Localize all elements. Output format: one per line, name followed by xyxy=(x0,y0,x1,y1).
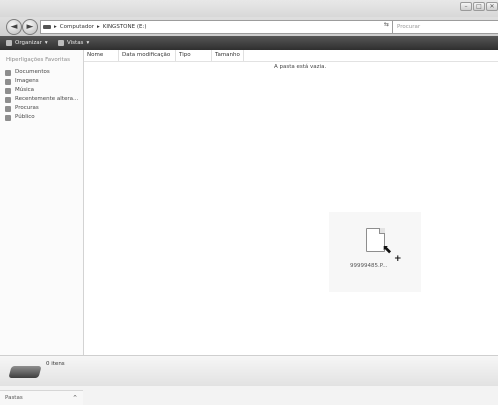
file-list[interactable]: Nome Data modificação Tipo Tamanho A pas… xyxy=(84,50,498,355)
column-headers: Nome Data modificação Tipo Tamanho xyxy=(84,50,498,62)
usb-drive-icon xyxy=(8,366,42,378)
music-icon xyxy=(5,87,11,94)
sidebar-item-label: Público xyxy=(15,114,35,120)
refresh-icon[interactable]: ⇆ xyxy=(384,21,389,28)
breadcrumb-separator: ▸ xyxy=(54,24,57,30)
dragged-file-label: 99999485.P... xyxy=(350,263,388,269)
recent-icon xyxy=(5,96,11,103)
window-controls: – □ ✕ xyxy=(460,2,498,11)
drag-ghost xyxy=(329,212,421,292)
sidebar-item-documents[interactable]: Documentos xyxy=(5,68,78,77)
sidebar-item-pictures[interactable]: Imagens xyxy=(5,77,78,86)
close-button[interactable]: ✕ xyxy=(486,2,498,11)
sidebar-item-label: Imagens xyxy=(15,78,39,84)
breadcrumb-computer[interactable]: Computador xyxy=(60,21,94,33)
favorites-heading: Hiperligações Favoritas xyxy=(6,57,70,63)
pictures-icon xyxy=(5,78,11,85)
title-bar: – □ ✕ xyxy=(0,0,498,17)
public-icon xyxy=(5,114,11,121)
breadcrumb-drive[interactable]: KINGSTONE (E:) xyxy=(103,21,147,33)
chevron-down-icon: ▾ xyxy=(44,40,48,46)
breadcrumb-separator: ▸ xyxy=(96,24,100,30)
organize-label: Organizar xyxy=(15,40,42,46)
views-button[interactable]: Vistas ▾ xyxy=(58,36,89,50)
maximize-button[interactable]: □ xyxy=(473,2,485,11)
organize-icon xyxy=(6,40,12,46)
documents-icon xyxy=(5,69,11,76)
favorites-list: Documentos Imagens Música Recentemente a… xyxy=(5,68,78,122)
item-count: 0 itens xyxy=(46,361,65,367)
forward-button[interactable]: ► xyxy=(22,19,38,35)
column-header-name[interactable]: Nome xyxy=(84,50,119,61)
views-icon xyxy=(58,40,64,46)
column-header-date[interactable]: Data modificação xyxy=(119,50,176,61)
command-bar: Organizar ▾ Vistas ▾ xyxy=(0,36,498,50)
mouse-cursor-icon: ⬉ xyxy=(382,242,393,256)
sidebar-item-public[interactable]: Público xyxy=(5,113,78,122)
sidebar-item-label: Recentemente altera... xyxy=(15,96,79,102)
address-bar[interactable]: ▸ Computador ▸ KINGSTONE (E:) ▾ xyxy=(40,20,404,34)
search-folder-icon xyxy=(5,105,11,112)
column-header-size[interactable]: Tamanho xyxy=(212,50,244,61)
sidebar-item-label: Música xyxy=(15,87,35,93)
back-button[interactable]: ◄ xyxy=(6,19,22,35)
folders-toggle[interactable]: Pastas ⌃ xyxy=(0,390,83,405)
minimize-button[interactable]: – xyxy=(460,2,472,11)
chevron-up-icon: ⌃ xyxy=(72,394,78,402)
copy-plus-icon: + xyxy=(394,254,402,264)
sidebar-item-recent[interactable]: Recentemente altera... xyxy=(5,95,78,104)
column-header-type[interactable]: Tipo xyxy=(176,50,212,61)
organize-button[interactable]: Organizar ▾ xyxy=(6,36,48,50)
folders-label: Pastas xyxy=(5,395,23,401)
views-label: Vistas xyxy=(67,40,84,46)
chevron-down-icon: ▾ xyxy=(86,40,90,46)
navigation-pane: Hiperligações Favoritas Documentos Image… xyxy=(0,50,84,405)
drive-icon xyxy=(43,25,51,29)
search-input[interactable]: Procurar xyxy=(392,20,498,34)
sidebar-item-searches[interactable]: Procuras xyxy=(5,104,78,113)
empty-folder-message: A pasta está vazia. xyxy=(274,64,327,70)
address-row: ◄ ► ▸ Computador ▸ KINGSTONE (E:) ▾ ⇆ Pr… xyxy=(0,17,498,36)
sidebar-item-label: Documentos xyxy=(15,69,50,75)
sidebar-item-music[interactable]: Música xyxy=(5,86,78,95)
sidebar-item-label: Procuras xyxy=(15,105,39,111)
details-pane: 0 itens xyxy=(0,355,498,386)
